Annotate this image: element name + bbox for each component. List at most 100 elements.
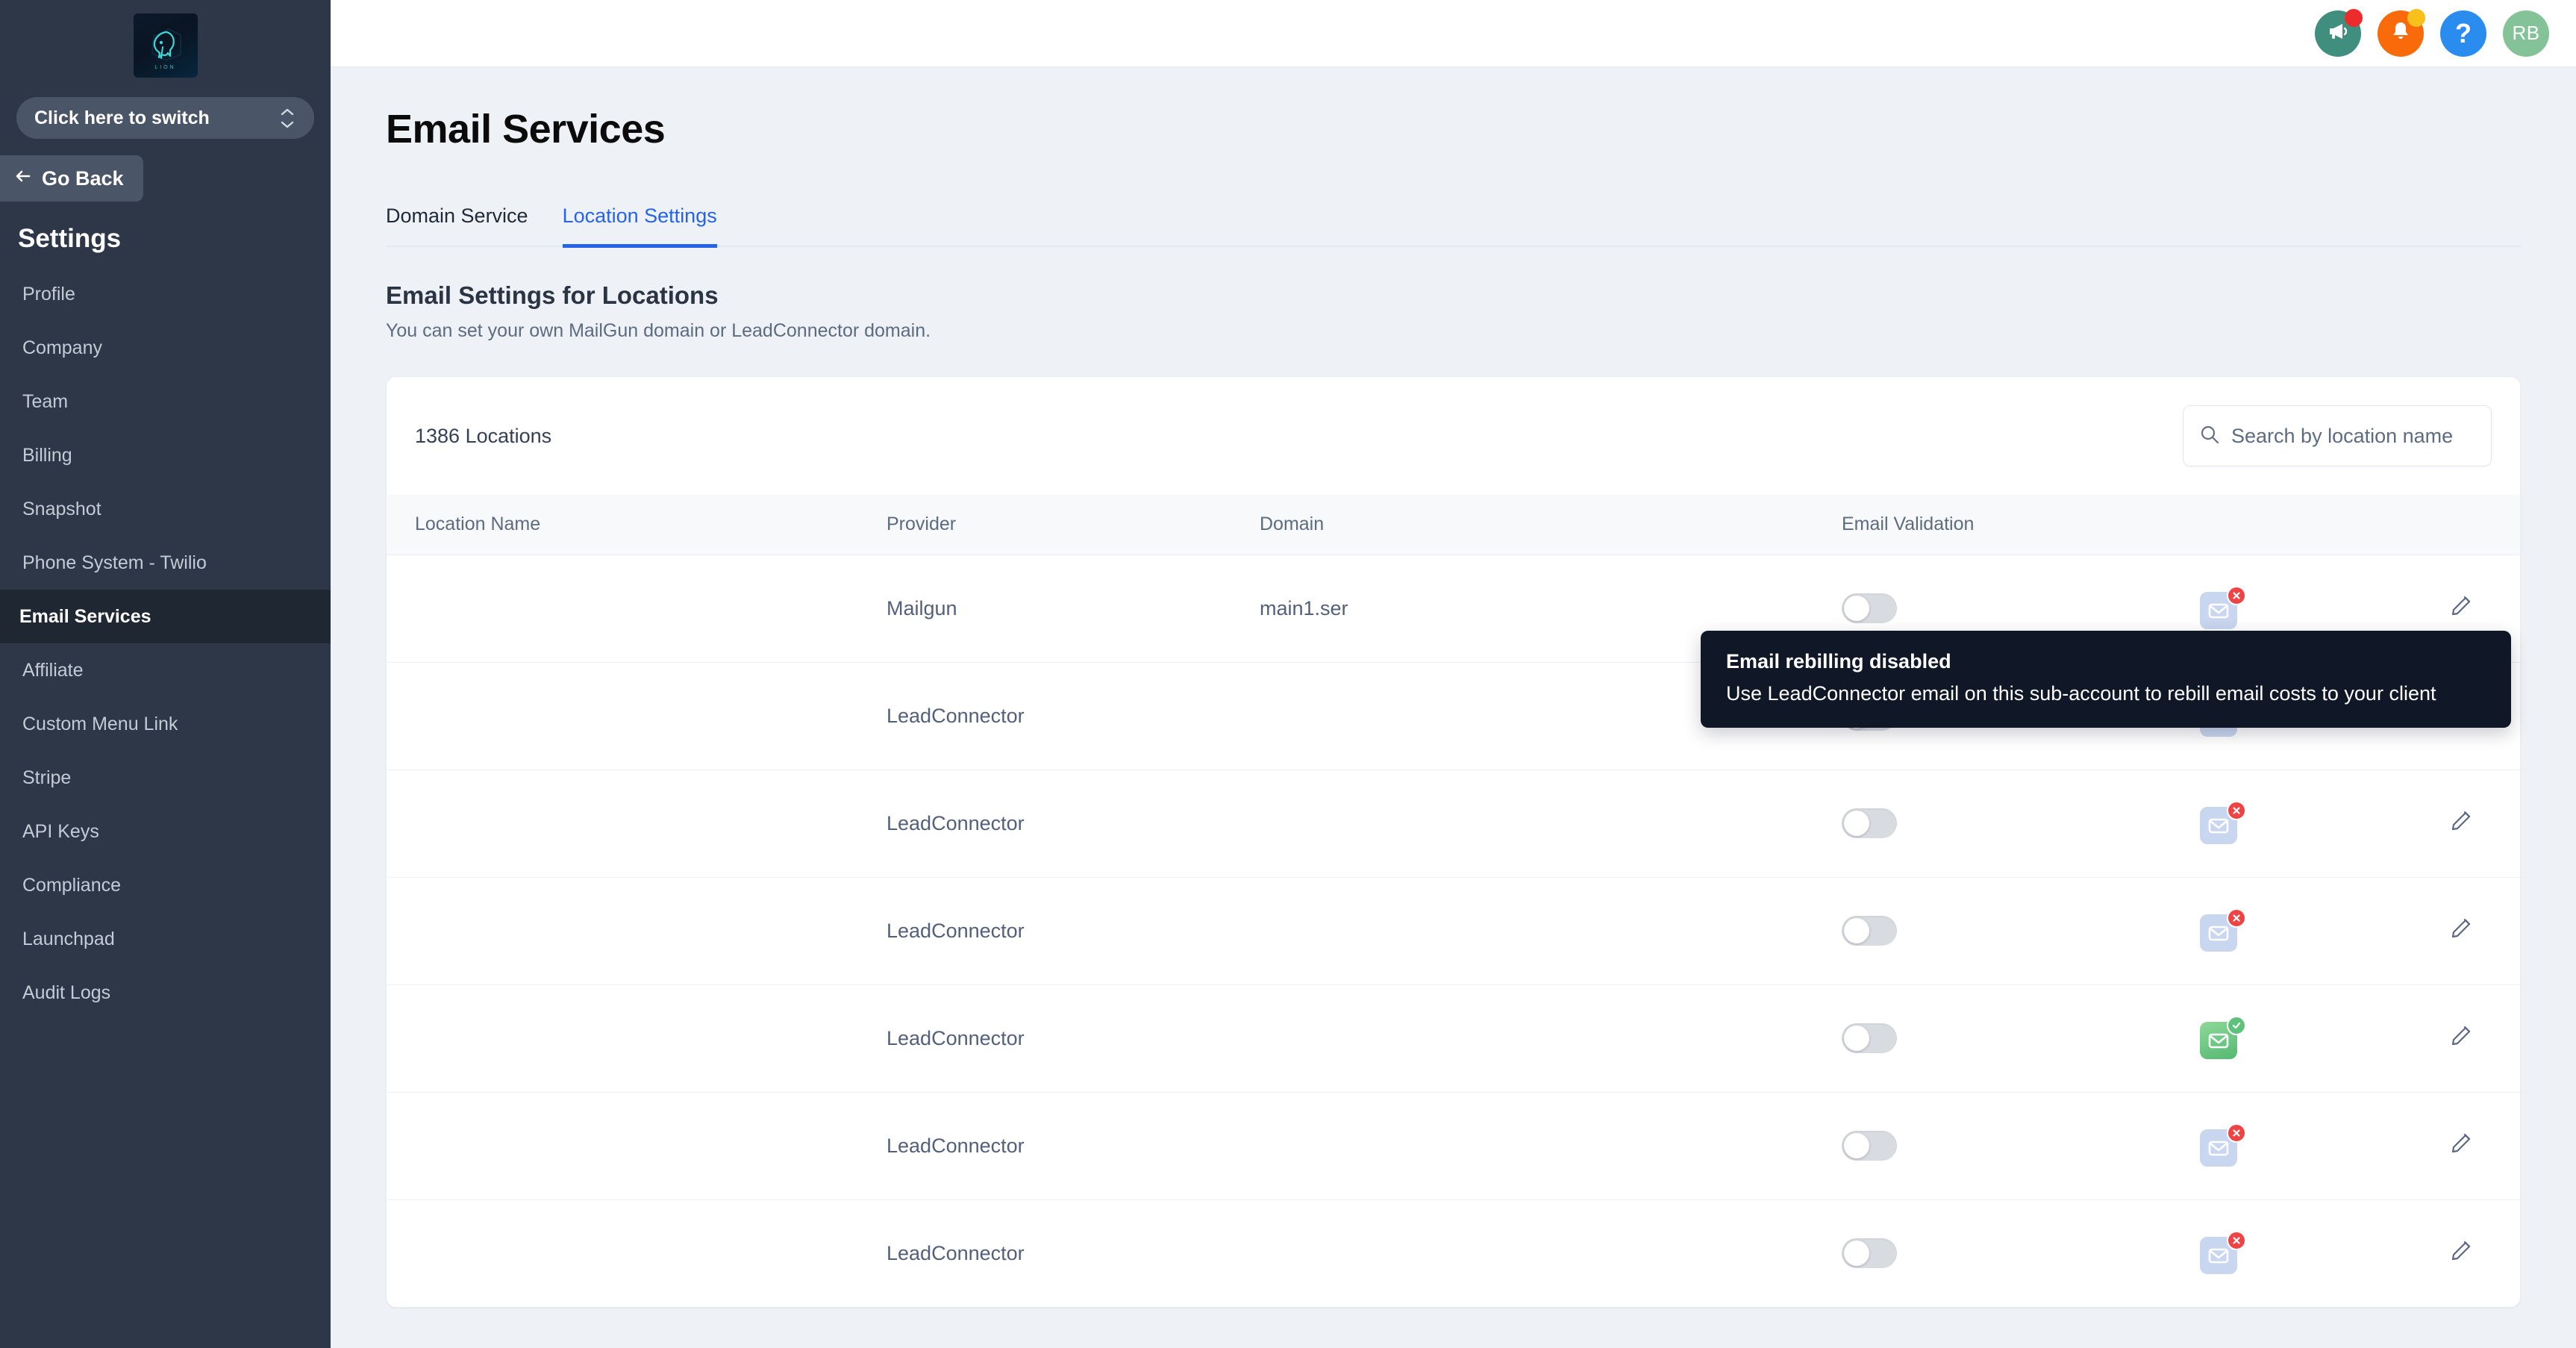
card-header: 1386 Locations Search by location name [387,377,2520,495]
mail-status-invalid-icon[interactable] [2200,908,2246,952]
cell-domain [1252,984,1834,1092]
sidebar-item-label: Phone System - Twilio [22,552,207,573]
mail-status-invalid-icon[interactable] [2200,586,2246,629]
error-badge-icon [2227,908,2246,928]
cell-email-validation [1834,984,2192,1092]
sidebar-item-email-services[interactable]: Email Services [0,590,331,643]
cell-provider: LeadConnector [879,1199,1252,1307]
top-bar: ? RB [331,0,2576,67]
sidebar-item-label: Launchpad [22,928,115,949]
email-validation-toggle[interactable] [1842,1238,1897,1269]
cell-domain [1252,769,1834,877]
notification-dot [2345,8,2363,27]
sidebar-item-label: Profile [22,283,75,305]
locations-count: 1386 Locations [415,424,552,447]
mail-status-invalid-icon[interactable] [2200,1123,2246,1167]
sidebar-item-custom-menu-link[interactable]: Custom Menu Link [3,697,328,751]
table-header-row: Location Name Provider Domain Email Vali… [387,495,2520,555]
table-row: LeadConnector [387,1199,2520,1307]
toggle-knob [1844,811,1869,836]
toggle-knob [1844,596,1869,621]
cell-domain [1252,876,1834,985]
sidebar-item-audit-logs[interactable]: Audit Logs [3,966,328,1020]
cell-email-validation [1834,1091,2192,1199]
table-row: LeadConnector [387,876,2520,985]
sidebar-item-label: Audit Logs [22,982,111,1003]
search-input[interactable]: Search by location name [2183,405,2492,467]
tab-location-settings[interactable]: Location Settings [562,205,717,248]
sidebar-item-billing[interactable]: Billing [3,428,328,482]
edit-pencil-icon[interactable] [2446,918,2476,948]
sidebar-item-affiliate[interactable]: Affiliate [3,643,328,697]
email-rebilling-tooltip: Email rebilling disabled Use LeadConnect… [1701,631,2511,728]
cell-actions [2439,984,2520,1092]
sidebar-nav: Profile Company Team Billing Snapshot Ph… [0,267,331,1020]
sidebar-item-launchpad[interactable]: Launchpad [3,912,328,966]
sidebar-item-label: Billing [22,444,72,466]
search-icon [2198,423,2221,449]
email-validation-toggle[interactable] [1842,916,1897,946]
section-subtitle: You can set your own MailGun domain or L… [386,320,931,341]
sidebar-item-label: Compliance [22,874,122,896]
cell-email-validation [1834,769,2192,877]
edit-pencil-icon[interactable] [2446,811,2476,840]
brand-logo: LION [133,13,198,78]
avatar[interactable]: RB [2503,10,2549,57]
sidebar-item-team[interactable]: Team [3,375,328,428]
toggle-knob [1844,1133,1869,1158]
sidebar: LION Click here to switch Go Back Settin… [0,0,331,1348]
table-row: LeadConnector [387,984,2520,1092]
cell-mail-status [2192,984,2439,1092]
mail-status-invalid-icon[interactable] [2200,1231,2246,1275]
email-validation-toggle[interactable] [1842,808,1897,838]
sidebar-item-stripe[interactable]: Stripe [3,751,328,805]
edit-pencil-icon[interactable] [2446,596,2476,625]
error-badge-icon [2227,1123,2246,1143]
email-validation-toggle[interactable] [1842,593,1897,623]
cell-mail-status [2192,1199,2439,1307]
sidebar-item-profile[interactable]: Profile [3,267,328,321]
email-validation-toggle[interactable] [1842,1023,1897,1053]
edit-pencil-icon[interactable] [2446,1026,2476,1055]
mail-status-valid-icon[interactable] [2200,1016,2246,1059]
cell-location-name [387,769,879,877]
sidebar-item-phone-system[interactable]: Phone System - Twilio [3,536,328,590]
account-switcher[interactable]: Click here to switch [16,97,314,139]
sidebar-item-label: Email Services [19,605,151,627]
app-root: LION Click here to switch Go Back Settin… [0,0,2576,1348]
sidebar-item-snapshot[interactable]: Snapshot [3,482,328,536]
column-header-mail-status [2192,495,2439,555]
cell-actions [2439,1091,2520,1199]
column-header-actions [2439,495,2520,555]
email-validation-toggle[interactable] [1842,1131,1897,1161]
column-header-location-name: Location Name [415,514,541,535]
announcements-button[interactable] [2315,8,2363,57]
sidebar-item-compliance[interactable]: Compliance [3,858,328,912]
help-button[interactable]: ? [2440,10,2486,57]
tab-domain-service[interactable]: Domain Service [386,205,528,246]
edit-pencil-icon[interactable] [2446,1133,2476,1163]
go-back-label: Go Back [42,166,124,190]
mail-status-invalid-icon[interactable] [2200,801,2246,844]
sidebar-item-company[interactable]: Company [3,321,328,375]
edit-pencil-icon[interactable] [2446,1241,2476,1270]
cell-provider: Mailgun [879,554,1252,662]
column-header-email-validation: Email Validation [1842,514,1975,535]
cell-location-name [387,661,879,770]
notification-dot [2407,8,2425,27]
column-header-provider: Provider [887,514,957,535]
cell-provider: LeadConnector [879,1091,1252,1199]
cell-provider: LeadConnector [879,876,1252,985]
go-back-button[interactable]: Go Back [0,155,143,202]
help-icon: ? [2455,17,2472,49]
sidebar-item-label: Affiliate [22,659,84,681]
page-title: Email Services [386,107,666,152]
cell-provider: LeadConnector [879,661,1252,770]
sidebar-item-label: Snapshot [22,498,101,519]
chevron-updown-icon [280,107,295,129]
tooltip-title: Email rebilling disabled [1726,650,1951,673]
cell-provider: LeadConnector [879,769,1252,877]
sidebar-item-api-keys[interactable]: API Keys [3,805,328,858]
cell-actions [2439,876,2520,985]
notifications-button[interactable] [2378,8,2425,57]
